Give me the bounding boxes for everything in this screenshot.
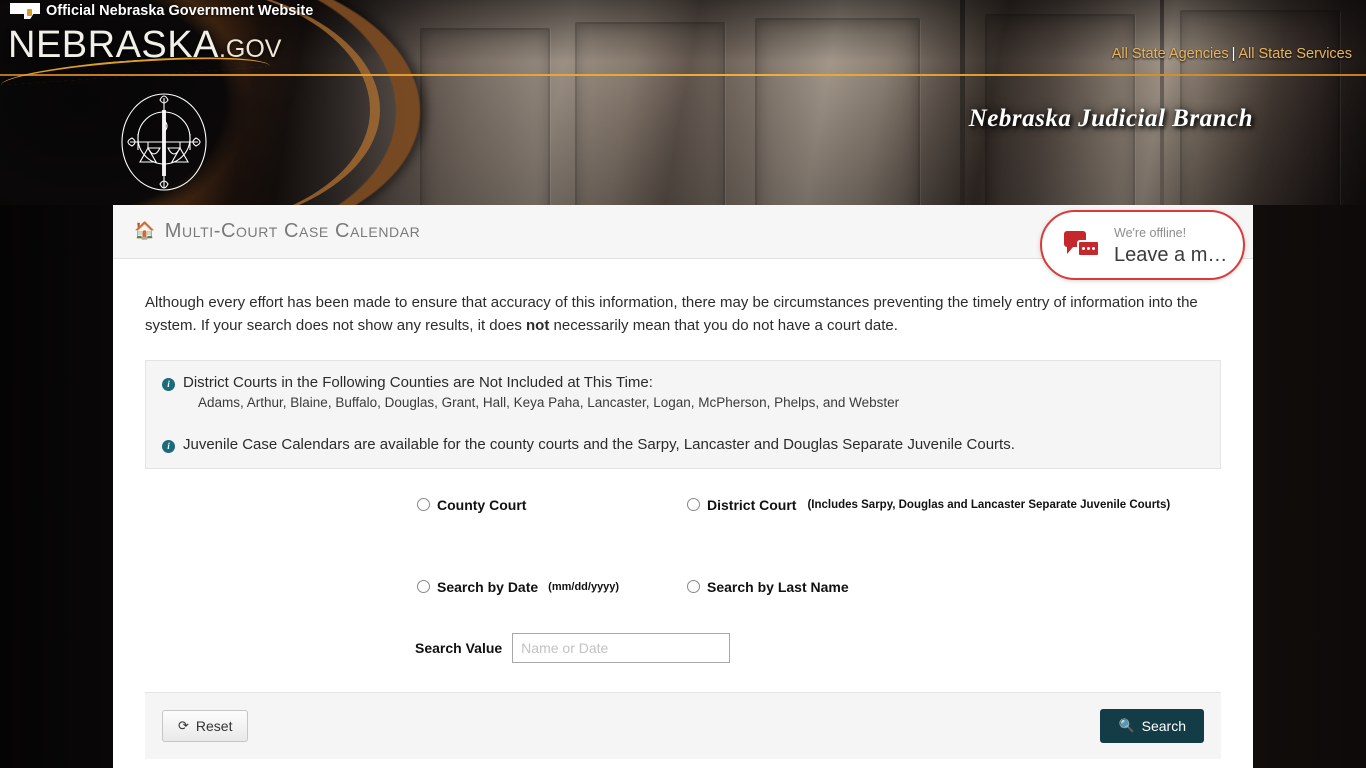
panel-body: Although every effort has been made to e…	[113, 259, 1253, 663]
form-action-bar: ⟳ Reset 🔍 Search	[145, 691, 1221, 759]
judicial-branch-title: Nebraska Judicial Branch	[969, 105, 1253, 133]
radio-county-court-input[interactable]	[417, 498, 430, 511]
panel-header: 🏠 Multi-Court Case Calendar We're offlin…	[113, 205, 1253, 280]
info-circle-icon: i	[162, 377, 175, 391]
info-circle-icon: i	[162, 439, 175, 453]
search-button[interactable]: 🔍 Search	[1100, 708, 1204, 743]
official-website-banner: Official Nebraska Government Website	[10, 3, 313, 19]
chat-status-text: We're offline!	[1114, 226, 1187, 241]
search-value-label: Search Value	[415, 639, 503, 656]
official-website-text: Official Nebraska Government Website	[46, 3, 314, 19]
radio-county-court-label: County Court	[437, 496, 527, 513]
reset-button[interactable]: ⟳ Reset	[162, 709, 249, 742]
magnifier-icon: 🔍	[1118, 717, 1135, 733]
info-notice-box: i District Courts in the Following Count…	[145, 359, 1221, 469]
nebraska-gov-bar: Official Nebraska Government Website NEB…	[0, 0, 1366, 86]
link-separator: |	[1231, 46, 1236, 62]
page-title-text: Multi-Court Case Calendar	[164, 220, 421, 242]
form-row-spacer	[145, 521, 1221, 579]
judicial-branch-seal	[118, 90, 210, 195]
search-value-row: Search Value	[415, 632, 1221, 663]
chat-action-text: Leave a m…	[1114, 243, 1228, 266]
reset-button-label: Reset	[195, 717, 233, 734]
nebraska-state-outline-icon	[10, 3, 40, 19]
chat-widget[interactable]: We're offline! Leave a m…	[1040, 210, 1245, 280]
chat-bubbles-icon	[1064, 231, 1100, 259]
search-value-input[interactable]	[512, 632, 731, 663]
radio-search-by-date-format: (mm/dd/yyyy)	[548, 580, 620, 593]
radio-search-by-last-name-label: Search by Last Name	[707, 578, 849, 595]
search-type-row: Search by Date (mm/dd/yyyy) Search by La…	[145, 579, 1221, 595]
chat-widget-text: We're offline! Leave a m…	[1114, 223, 1227, 266]
search-form: County Court District Court (Includes Sa…	[145, 497, 1221, 663]
state-links: All State Agencies | All State Services	[1112, 46, 1352, 62]
radio-search-by-date-label: Search by Date	[437, 578, 539, 595]
radio-district-court-note: (Includes Sarpy, Douglas and Lancaster S…	[807, 498, 1171, 511]
gold-divider	[0, 74, 1366, 76]
juvenile-notice-text: Juvenile Case Calendars are available fo…	[183, 435, 1015, 453]
disclaimer-part-2: necessarily mean that you do not have a …	[549, 317, 898, 335]
all-state-services-link[interactable]: All State Services	[1238, 46, 1352, 62]
branch-title-text: Nebraska Judicial Branch	[968, 105, 1253, 132]
radio-search-by-date[interactable]: Search by Date (mm/dd/yyyy)	[417, 579, 687, 595]
district-courts-heading: District Courts in the Following Countie…	[183, 373, 653, 391]
district-courts-notice: i District Courts in the Following Count…	[162, 374, 1204, 391]
radio-search-by-last-name[interactable]: Search by Last Name	[687, 579, 849, 595]
home-icon[interactable]: 🏠	[134, 221, 156, 241]
juvenile-notice: i Juvenile Case Calendars are available …	[162, 436, 1204, 453]
radio-district-court[interactable]: District Court (Includes Sarpy, Douglas …	[687, 497, 1170, 513]
disclaimer-text: Although every effort has been made to e…	[145, 291, 1220, 338]
disclaimer-bold-not: not	[526, 317, 550, 335]
excluded-counties-list: Adams, Arthur, Blaine, Buffalo, Douglas,…	[198, 394, 900, 410]
refresh-icon: ⟳	[178, 717, 189, 733]
radio-district-court-input[interactable]	[687, 498, 700, 511]
radio-search-by-last-name-input[interactable]	[687, 580, 700, 593]
main-content-panel: 🏠 Multi-Court Case Calendar We're offlin…	[113, 205, 1253, 768]
radio-county-court[interactable]: County Court	[417, 497, 687, 513]
radio-search-by-date-input[interactable]	[417, 580, 430, 593]
search-button-label: Search	[1141, 717, 1186, 734]
radio-district-court-label: District Court	[707, 496, 797, 513]
page-title: 🏠 Multi-Court Case Calendar	[134, 220, 420, 243]
all-state-agencies-link[interactable]: All State Agencies	[1112, 46, 1229, 62]
court-type-row: County Court District Court (Includes Sa…	[145, 497, 1221, 513]
